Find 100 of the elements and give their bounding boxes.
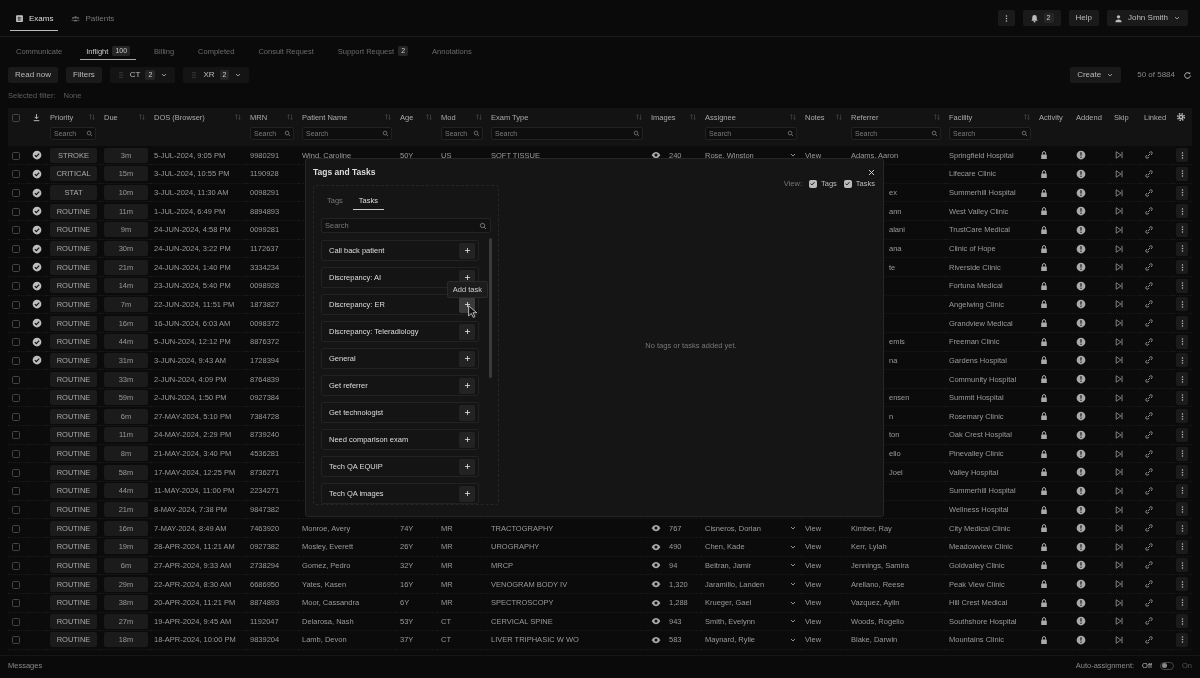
- skip-icon[interactable]: [1114, 411, 1124, 422]
- link-icon[interactable]: [1144, 336, 1154, 347]
- help-button[interactable]: Help: [1068, 10, 1099, 26]
- alert-icon[interactable]: [1076, 392, 1086, 403]
- select-all-checkbox[interactable]: [12, 113, 20, 122]
- scrollbar[interactable]: [489, 238, 492, 379]
- skip-icon[interactable]: [1114, 150, 1124, 161]
- link-icon[interactable]: [1144, 224, 1154, 235]
- link-icon[interactable]: [1144, 206, 1154, 217]
- lock-icon[interactable]: [1039, 616, 1049, 627]
- eye-icon[interactable]: [651, 150, 661, 161]
- link-icon[interactable]: [1144, 467, 1154, 478]
- lock-icon[interactable]: [1039, 467, 1049, 478]
- row-menu-button[interactable]: [1176, 409, 1188, 424]
- row-menu-button[interactable]: [1176, 483, 1188, 498]
- eye-icon[interactable]: [651, 634, 661, 645]
- row-menu-button[interactable]: [1176, 446, 1188, 461]
- row-menu-button[interactable]: [1176, 334, 1188, 349]
- alert-icon[interactable]: [1076, 485, 1086, 496]
- row-checkbox[interactable]: [12, 245, 20, 254]
- row-checkbox[interactable]: [12, 450, 20, 459]
- row-checkbox[interactable]: [12, 431, 20, 440]
- add-task-button[interactable]: [459, 404, 475, 421]
- skip-icon[interactable]: [1114, 541, 1124, 552]
- row-checkbox[interactable]: [12, 189, 20, 198]
- alert-icon[interactable]: [1076, 262, 1086, 273]
- alert-icon[interactable]: [1076, 224, 1086, 235]
- row-menu-button[interactable]: [1176, 260, 1188, 275]
- link-icon[interactable]: [1144, 597, 1154, 608]
- link-icon[interactable]: [1144, 635, 1154, 645]
- alert-icon[interactable]: [1076, 243, 1086, 254]
- close-icon[interactable]: [867, 167, 876, 177]
- lock-icon[interactable]: [1039, 280, 1049, 291]
- row-checkbox[interactable]: [12, 375, 20, 384]
- alert-icon[interactable]: [1076, 206, 1086, 217]
- lock-icon[interactable]: [1039, 299, 1049, 310]
- lock-icon[interactable]: [1039, 411, 1049, 422]
- skip-icon[interactable]: [1114, 187, 1124, 198]
- row-checkbox[interactable]: [12, 468, 20, 477]
- skip-icon[interactable]: [1114, 224, 1124, 235]
- lock-icon[interactable]: [1039, 262, 1049, 273]
- row-checkbox[interactable]: [12, 543, 20, 552]
- row-checkbox[interactable]: [12, 487, 20, 496]
- row-checkbox[interactable]: [12, 599, 20, 608]
- row-checkbox[interactable]: [12, 617, 20, 626]
- row-checkbox[interactable]: [12, 506, 20, 514]
- lock-icon[interactable]: [1039, 560, 1049, 571]
- row-checkbox[interactable]: [12, 394, 20, 403]
- row-menu-button[interactable]: [1176, 577, 1188, 592]
- link-icon[interactable]: [1144, 243, 1154, 254]
- alert-icon[interactable]: [1076, 168, 1086, 179]
- add-task-button[interactable]: [459, 350, 475, 367]
- skip-icon[interactable]: [1114, 243, 1124, 254]
- row-menu-button[interactable]: [1176, 558, 1188, 573]
- user-menu-button[interactable]: John Smith: [1106, 10, 1188, 26]
- link-icon[interactable]: [1144, 187, 1154, 198]
- skip-icon[interactable]: [1114, 523, 1124, 534]
- lock-icon[interactable]: [1039, 336, 1049, 347]
- row-checkbox[interactable]: [12, 636, 20, 645]
- row-menu-button[interactable]: [1176, 316, 1188, 331]
- skip-icon[interactable]: [1114, 448, 1124, 459]
- link-icon[interactable]: [1144, 616, 1154, 627]
- link-icon[interactable]: [1144, 504, 1154, 515]
- alert-icon[interactable]: [1076, 336, 1086, 347]
- row-menu-button[interactable]: [1176, 502, 1188, 517]
- row-menu-button[interactable]: [1176, 614, 1188, 629]
- row-checkbox[interactable]: [12, 282, 20, 291]
- lock-icon[interactable]: [1039, 429, 1049, 440]
- row-checkbox[interactable]: [12, 356, 20, 365]
- row-menu-button[interactable]: [1176, 521, 1188, 536]
- add-task-button[interactable]: [459, 431, 475, 448]
- lock-icon[interactable]: [1039, 206, 1049, 217]
- lock-icon[interactable]: [1039, 150, 1049, 161]
- lock-icon[interactable]: [1039, 448, 1049, 459]
- alert-icon[interactable]: [1076, 187, 1086, 198]
- row-checkbox[interactable]: [12, 412, 20, 421]
- link-icon[interactable]: [1144, 168, 1154, 179]
- row-menu-button[interactable]: [1176, 372, 1188, 386]
- row-checkbox[interactable]: [12, 207, 20, 216]
- alert-icon[interactable]: [1076, 429, 1086, 440]
- skip-icon[interactable]: [1114, 560, 1124, 571]
- view-checkbox[interactable]: [809, 179, 817, 188]
- skip-icon[interactable]: [1114, 299, 1124, 310]
- skip-icon[interactable]: [1114, 280, 1124, 291]
- skip-icon[interactable]: [1114, 206, 1124, 217]
- alert-icon[interactable]: [1076, 541, 1086, 552]
- row-menu-button[interactable]: [1176, 539, 1188, 554]
- settings-icon[interactable]: [1176, 112, 1186, 122]
- link-icon[interactable]: [1144, 560, 1154, 571]
- skip-icon[interactable]: [1114, 392, 1124, 403]
- eye-icon[interactable]: [651, 523, 661, 534]
- link-icon[interactable]: [1144, 374, 1154, 384]
- skip-icon[interactable]: [1114, 318, 1124, 329]
- row-checkbox[interactable]: [12, 338, 20, 347]
- link-icon[interactable]: [1144, 523, 1154, 534]
- toolbar-button[interactable]: Filters: [66, 67, 102, 83]
- refresh-icon[interactable]: [1183, 70, 1192, 80]
- alert-icon[interactable]: [1076, 448, 1086, 459]
- alert-icon[interactable]: [1076, 560, 1086, 571]
- lock-icon[interactable]: [1039, 187, 1049, 198]
